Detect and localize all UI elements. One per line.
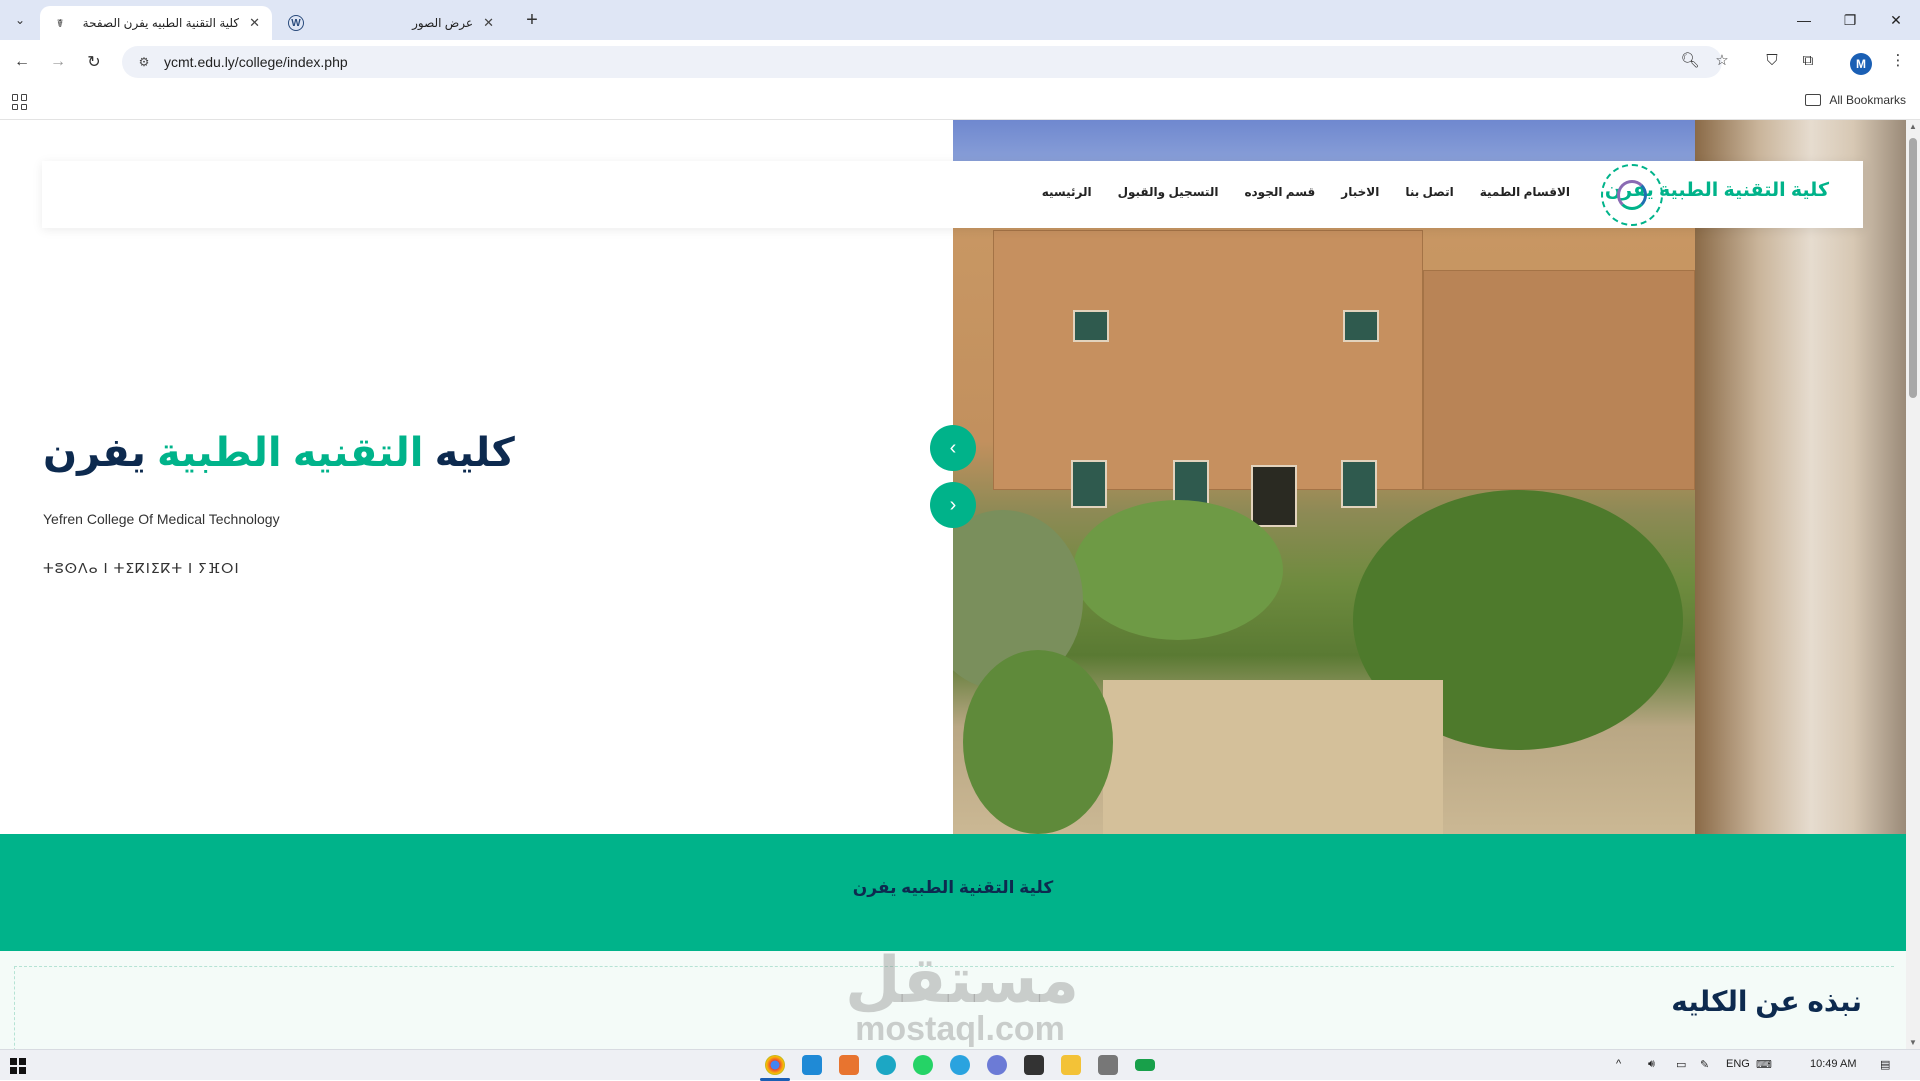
chrome-taskbar-icon[interactable] — [765, 1055, 785, 1075]
hero-title-part2: يفرن — [43, 431, 146, 475]
hero-title-accent: التقنيه الطبية — [156, 431, 424, 475]
bookmarks-bar: All Bookmarks — [0, 84, 1920, 120]
apps-grid-icon[interactable] — [12, 94, 28, 110]
pen-icon[interactable]: ✎ — [1700, 1058, 1709, 1071]
slider-prev-button[interactable]: ‹ — [930, 425, 976, 471]
whatsapp-taskbar-icon[interactable] — [913, 1055, 933, 1075]
college-logo[interactable] — [1601, 164, 1663, 226]
scrollbar-thumb[interactable] — [1909, 138, 1917, 398]
keyboard-icon[interactable]: ⌨ — [1756, 1058, 1772, 1071]
hero-subtitle: Yefren College Of Medical Technology — [43, 511, 280, 527]
sublime-taskbar-icon[interactable] — [839, 1055, 859, 1075]
edge-taskbar-icon[interactable] — [876, 1055, 896, 1075]
keyboard-lang[interactable]: ENG — [1726, 1058, 1750, 1070]
address-bar[interactable]: ⚙ ycmt.edu.ly/college/index.php — [122, 46, 1722, 78]
nav-link-home[interactable]: الرئيسيه — [1042, 185, 1092, 199]
app-taskbar-icon[interactable] — [987, 1055, 1007, 1075]
mostaql-watermark: مستقل mostaql.com — [845, 944, 1080, 1048]
file-explorer-taskbar-icon[interactable] — [1061, 1055, 1081, 1075]
main-navigation: الرئيسيه التسجيل والقبول قسم الجوده الاخ… — [1042, 185, 1570, 199]
new-tab-button[interactable]: + — [520, 8, 544, 32]
tab-strip: ⌄ ☤ كلية التقنية الطبيه يفرن الصفحة ✕ W … — [0, 0, 1920, 40]
hero-tifinagh-text: ⵜⵓⵙⴷⴰ ⵏ ⵜⵉⴽⵏⵉⴽⵜ ⵏ ⵢⴼⵔⵏ — [43, 560, 240, 576]
browser-toolbar: ← → ↻ ⚙ ycmt.edu.ly/college/index.php 🔍︎… — [0, 40, 1920, 84]
reload-button[interactable]: ↻ — [82, 50, 106, 74]
restore-button[interactable]: ❐ — [1828, 6, 1872, 34]
back-button[interactable]: ← — [10, 50, 34, 74]
windows-taskbar: ^ 🔊︎ ▭ ✎ ENG ⌨ 10:49 AM ▤ — [0, 1049, 1920, 1081]
windows-start-icon[interactable] — [10, 1058, 26, 1074]
site-header: كلية التقنية الطبية يفرن الرئيسيه التسجي… — [42, 161, 1863, 228]
college-favicon-icon: ☤ — [56, 17, 64, 30]
shield-extension-icon[interactable]: ⛉ — [1758, 46, 1786, 74]
forward-button[interactable]: → — [46, 50, 70, 74]
folder-icon — [1805, 94, 1822, 106]
watermark-arabic: مستقل — [845, 944, 1080, 1016]
green-banner: كلية التقنية الطبيه يفرن — [0, 834, 1906, 951]
clock[interactable]: 10:49 AM — [1810, 1058, 1856, 1070]
close-window-button[interactable]: ✕ — [1874, 6, 1918, 34]
terminal-taskbar-icon[interactable] — [1135, 1059, 1155, 1071]
zoom-icon[interactable]: 🔍︎ — [1676, 46, 1704, 74]
profile-avatar[interactable]: M — [1850, 53, 1872, 75]
all-bookmarks-button[interactable]: All Bookmarks — [1805, 93, 1906, 107]
url-text: ycmt.edu.ly/college/index.php — [164, 54, 348, 70]
tab-image-viewer[interactable]: W عرض الصور ✕ — [276, 6, 506, 40]
tray-chevron-icon[interactable]: ^ — [1616, 1058, 1621, 1070]
close-tab-icon[interactable]: ✕ — [483, 15, 494, 31]
minimize-button[interactable]: — — [1782, 6, 1826, 34]
all-bookmarks-label: All Bookmarks — [1829, 93, 1906, 107]
close-tab-icon[interactable]: ✕ — [249, 15, 260, 31]
bookmark-star-icon[interactable]: ☆ — [1708, 46, 1736, 74]
nav-link-quality[interactable]: قسم الجوده — [1244, 185, 1315, 199]
tab-title: عرض الصور — [412, 16, 474, 30]
notifications-icon[interactable]: ▤ — [1880, 1058, 1890, 1071]
page-viewport: ‹ › كلية التقنية الطبية يفرن الرئيسيه ال… — [0, 120, 1906, 1049]
banner-text: كلية التقنية الطبيه يفرن — [852, 878, 1054, 897]
nav-link-contact[interactable]: اتصل بنا — [1405, 185, 1453, 199]
nav-link-registration[interactable]: التسجيل والقبول — [1118, 185, 1219, 199]
slider-next-button[interactable]: › — [930, 482, 976, 528]
volume-icon[interactable]: 🔊︎ — [1648, 1058, 1655, 1071]
hero-title-part1: كليه — [434, 431, 515, 475]
nav-link-news[interactable]: الاخبار — [1341, 185, 1379, 199]
calculator-taskbar-icon[interactable] — [1098, 1055, 1118, 1075]
battery-icon[interactable]: ▭ — [1676, 1058, 1686, 1071]
tab-college-home[interactable]: ☤ كلية التقنية الطبيه يفرن الصفحة ✕ — [40, 6, 272, 40]
page-scrollbar[interactable]: ▲ ▼ — [1906, 120, 1920, 1049]
menu-kebab-icon[interactable]: ⋮ — [1884, 46, 1912, 74]
vscode-taskbar-icon[interactable] — [802, 1055, 822, 1075]
extensions-puzzle-icon[interactable]: ⧉ — [1794, 46, 1822, 74]
tab-title: كلية التقنية الطبيه يفرن الصفحة — [82, 16, 240, 30]
wordpress-icon: W — [288, 15, 304, 31]
hero-title: كليه التقنيه الطبية يفرن — [43, 430, 515, 476]
about-heading: نبذه عن الكليه — [1671, 986, 1862, 1017]
nav-link-departments[interactable]: الاقسام الطمية — [1480, 185, 1570, 199]
tab-search-dropdown-icon[interactable]: ⌄ — [8, 8, 32, 32]
notion-taskbar-icon[interactable] — [1024, 1055, 1044, 1075]
site-info-icon[interactable]: ⚙ — [136, 54, 152, 70]
telegram-taskbar-icon[interactable] — [950, 1055, 970, 1075]
watermark-latin: mostaql.com — [855, 1010, 1065, 1048]
